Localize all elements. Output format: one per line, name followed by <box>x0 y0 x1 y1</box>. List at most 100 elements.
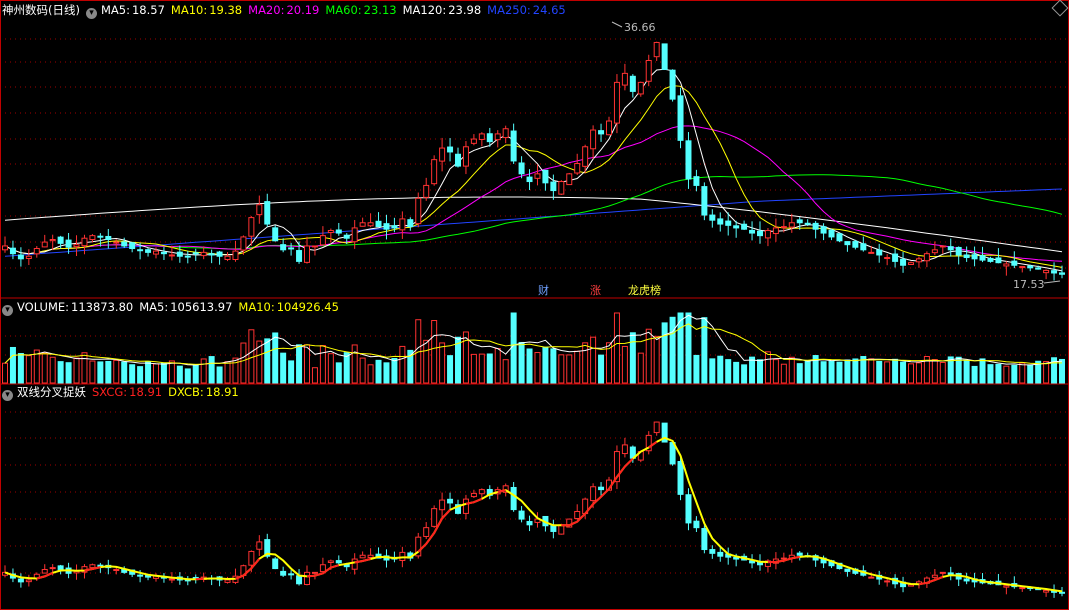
volume-bar <box>391 357 398 384</box>
indicator-candle <box>844 568 851 572</box>
volume-bar <box>979 358 986 384</box>
candle <box>788 222 795 228</box>
volume-bar <box>510 312 517 384</box>
candle <box>1059 272 1065 275</box>
volume-bar <box>796 363 803 384</box>
volume-bar <box>304 344 310 384</box>
collapse-arrow-icon[interactable]: ▾ <box>2 305 13 316</box>
volume-bar <box>582 342 589 384</box>
volume-bar <box>518 341 525 384</box>
indicator-candle <box>224 579 231 583</box>
indicator-candle <box>311 571 318 574</box>
volume-bar <box>971 365 978 384</box>
indicator-candle <box>884 580 891 583</box>
candle <box>1043 269 1050 274</box>
candle <box>431 159 438 185</box>
indicator-candle <box>717 551 724 557</box>
indicator-candle <box>256 541 263 550</box>
volume-bar <box>717 355 724 384</box>
sxcg-line <box>561 457 634 527</box>
candle <box>741 223 748 230</box>
volume-bar <box>113 359 120 384</box>
candle <box>892 253 899 262</box>
candle <box>645 59 652 82</box>
candle <box>955 246 962 256</box>
news-tag-rise[interactable]: 涨 <box>589 285 602 297</box>
volume-bar <box>375 359 382 384</box>
news-tag-dragon-tiger[interactable]: 龙虎榜 <box>627 285 662 297</box>
indicator-candle <box>462 498 469 514</box>
candle <box>168 254 175 257</box>
candle <box>780 226 787 229</box>
candle <box>653 41 660 58</box>
stock-title: 神州数码(日线) <box>2 3 80 17</box>
volume-bar <box>208 356 215 384</box>
collapse-arrow-icon[interactable]: ▾ <box>85 8 97 19</box>
candle <box>176 251 183 257</box>
indicator-candle <box>709 549 716 554</box>
candle <box>105 235 112 241</box>
indicator-candle <box>248 550 255 566</box>
volume-ma10-line <box>4 323 1063 365</box>
candle <box>57 236 64 244</box>
candle <box>145 249 152 253</box>
candle <box>1011 260 1018 266</box>
volume-bar <box>502 359 509 384</box>
volume-bar <box>1027 364 1034 384</box>
volume-bar <box>669 316 676 384</box>
volume-bar <box>89 360 96 384</box>
volume-label: VOLUME: <box>17 300 70 314</box>
vol-ma10-label: MA10: <box>238 300 275 314</box>
ma120-line <box>4 196 1063 253</box>
candle <box>335 229 342 234</box>
volume-bar <box>804 360 811 384</box>
candle <box>987 257 994 262</box>
indicator-candle <box>780 557 787 560</box>
candle <box>804 222 811 225</box>
ma60-line <box>4 174 1063 255</box>
volume-bar <box>423 339 430 384</box>
volume-bar <box>97 361 104 384</box>
volume-bar <box>9 346 16 384</box>
indicator-candle <box>1019 587 1026 590</box>
candle <box>677 95 684 141</box>
volume-bar <box>2 362 8 384</box>
candle <box>637 81 644 95</box>
candle <box>1027 265 1034 269</box>
volume-value: 113873.80 <box>71 300 134 314</box>
volume-bar <box>613 312 620 384</box>
volume-bar <box>160 362 167 384</box>
volume-bar <box>629 332 636 384</box>
candle <box>375 220 382 228</box>
candle <box>81 237 88 247</box>
candle <box>399 218 406 231</box>
volume-bar <box>248 329 255 384</box>
candle <box>542 169 549 184</box>
volume-bar <box>264 338 271 384</box>
volume-bar <box>852 358 859 384</box>
dxcb-label: DXCB: <box>168 385 204 399</box>
volume-bar <box>447 355 454 384</box>
candle <box>510 130 517 162</box>
candle <box>995 257 1002 264</box>
indicator-candle <box>367 554 374 558</box>
ma60-value: 23.13 <box>363 3 397 17</box>
volume-bar <box>772 359 779 384</box>
candle <box>391 225 398 229</box>
volume-bar <box>431 320 438 384</box>
volume-bar <box>725 359 732 384</box>
candle <box>900 258 907 266</box>
candle <box>2 245 8 251</box>
indicator-candle <box>939 571 946 574</box>
indicator-candle <box>653 421 660 434</box>
candle <box>224 255 231 261</box>
news-tag-finance[interactable]: 财 <box>537 285 550 297</box>
candle <box>613 81 620 124</box>
indicator-candle <box>1003 585 1010 588</box>
collapse-arrow-icon[interactable]: ▾ <box>2 390 13 401</box>
candle <box>828 229 835 238</box>
volume-bar <box>367 364 374 384</box>
candle <box>129 242 136 250</box>
volume-bar <box>908 363 914 384</box>
volume-bar <box>637 352 644 384</box>
